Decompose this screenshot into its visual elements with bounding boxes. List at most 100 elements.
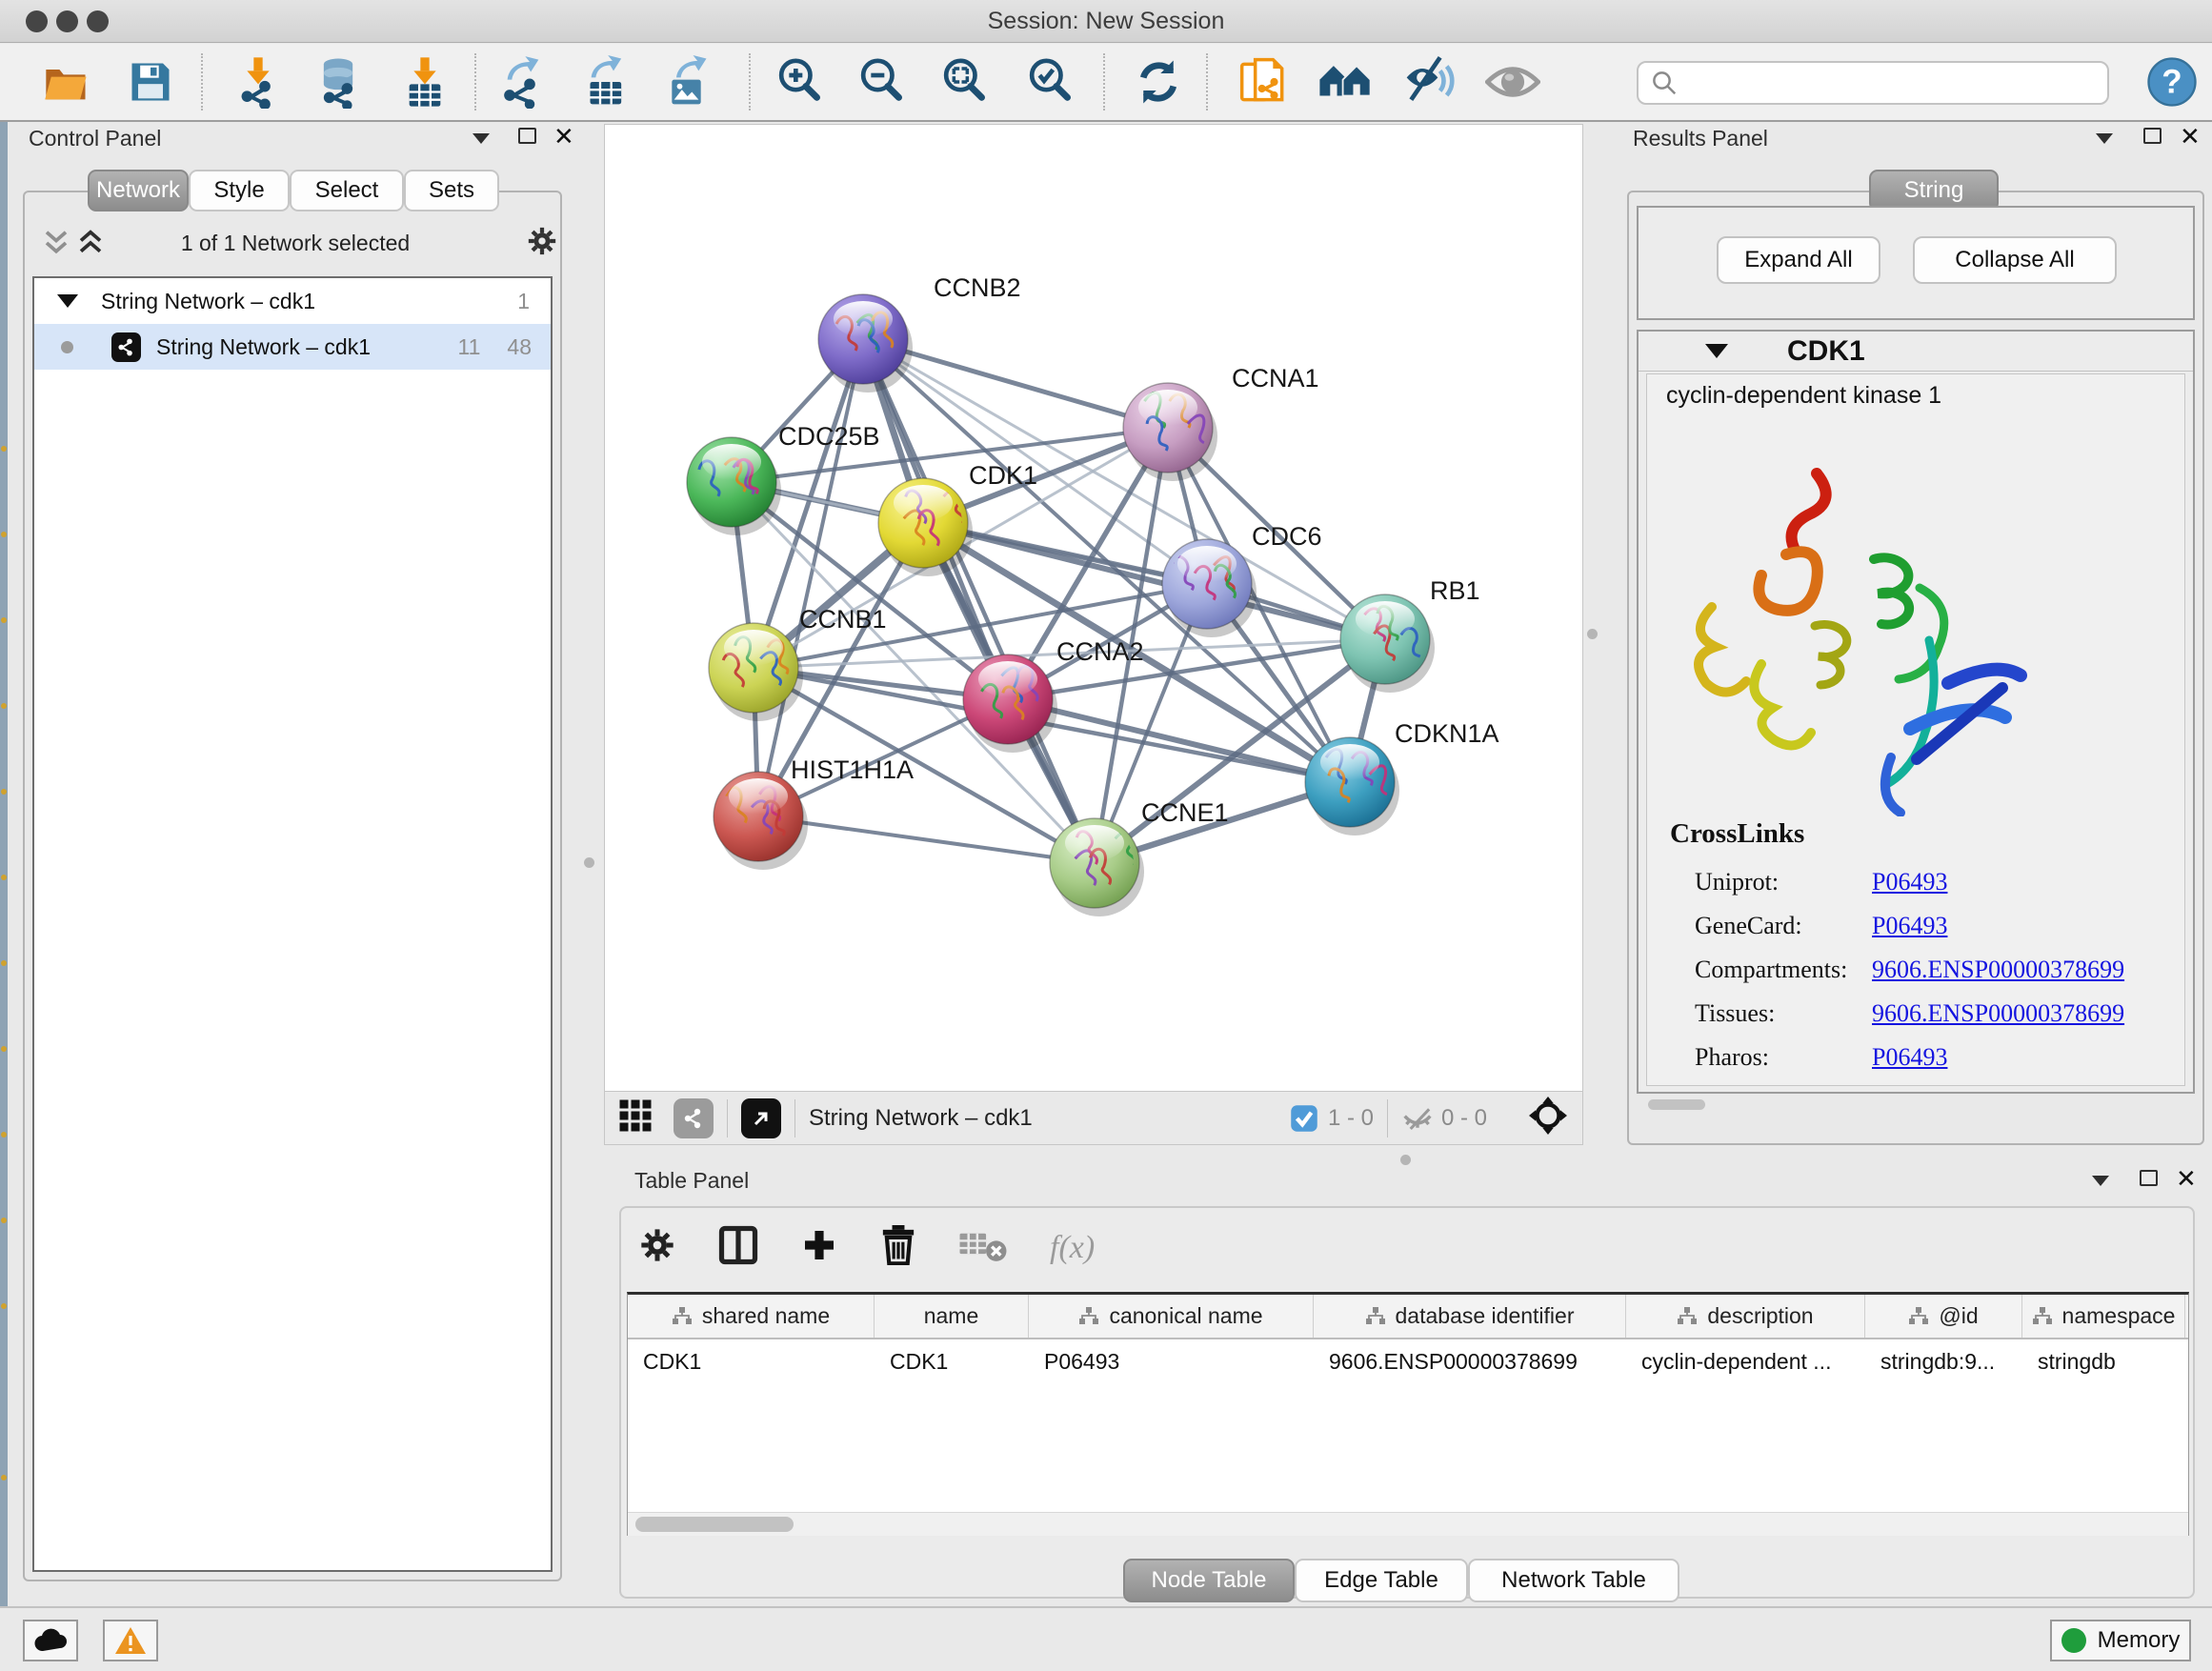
column-header-name[interactable]: name [875,1295,1029,1338]
table-cell[interactable]: CDK1 [628,1339,875,1383]
network-canvas-svg[interactable]: CCNB2CCNA1CDC25BCDK1CDC6RB1CCNB1CCNA2CDK… [605,125,1582,1091]
results-panel-close-icon[interactable]: ✕ [2180,124,2201,149]
show-all-button[interactable] [1482,51,1543,112]
network-canvas[interactable]: CCNB2CCNA1CDC25BCDK1CDC6RB1CCNB1CCNA2CDK… [604,124,1583,1092]
table-panel: Table Panel ✕ f(x) shared namenamec [604,1160,2197,1606]
string-settings-button[interactable] [674,1098,714,1138]
zoom-selected-button[interactable] [1020,51,1081,112]
tab-network[interactable]: Network [88,170,189,211]
table-cell[interactable]: cyclin-dependent ... [1626,1339,1865,1383]
import-table-file-button[interactable] [394,51,455,112]
uniprot-link[interactable]: P06493 [1872,868,1947,896]
add-column-button[interactable] [800,1226,838,1269]
network-node-cdc25b[interactable] [687,437,781,535]
network-node-ccnb2[interactable] [818,294,913,393]
column-header-namespace[interactable]: namespace [2022,1295,2185,1338]
column-header-description[interactable]: description [1626,1295,1865,1338]
hide-selected-button[interactable] [1398,51,1459,112]
table-cell[interactable]: stringdb [2022,1339,2185,1383]
table-cell[interactable]: CDK1 [875,1339,1029,1383]
protein-name: CDK1 [1787,335,1865,368]
memory-button[interactable]: Memory [2050,1620,2191,1661]
table-panel-menu-icon[interactable] [2092,1176,2109,1186]
results-panel-menu-icon[interactable] [2096,133,2113,144]
zoom-out-button[interactable] [852,51,913,112]
protein-card-header[interactable]: CDK1 [1639,332,2193,372]
network-tree-root-row[interactable]: String Network – cdk1 1 [34,278,551,324]
tab-select[interactable]: Select [290,170,404,211]
import-network-database-button[interactable] [308,51,369,112]
gear-icon [638,1226,676,1264]
function-builder-button[interactable]: f(x) [1050,1230,1095,1266]
tab-sets[interactable]: Sets [404,170,499,211]
tab-network-table[interactable]: Network Table [1468,1559,1679,1602]
tab-node-table[interactable]: Node Table [1123,1559,1295,1602]
zoom-fit-button[interactable] [935,51,995,112]
plus-icon [800,1226,838,1264]
column-header-database-identifier[interactable]: database identifier [1314,1295,1626,1338]
column-type-icon [672,1307,693,1326]
column-header-canonical-name[interactable]: canonical name [1029,1295,1314,1338]
show-columns-button[interactable] [718,1225,758,1270]
compartments-link[interactable]: 9606.ENSP00000378699 [1872,956,2124,983]
home-button[interactable] [1315,51,1376,112]
warning-status-button[interactable] [103,1620,158,1661]
open-in-new-window-button[interactable] [741,1098,781,1138]
expand-all-button[interactable]: Expand All [1717,236,1880,284]
table-hscrollbar-thumb[interactable] [635,1517,794,1532]
table-panel-close-icon[interactable]: ✕ [2176,1166,2197,1191]
export-network-button[interactable] [493,51,553,112]
help-button[interactable]: ? [2142,51,2202,112]
right-splitter-handle[interactable] [1587,629,1598,639]
save-session-button[interactable] [120,51,181,112]
open-session-button[interactable] [36,51,97,112]
clone-network-button[interactable] [1234,51,1295,112]
results-hscrollbar-thumb[interactable] [1648,1099,1705,1110]
collapse-all-button[interactable]: Collapse All [1913,236,2117,284]
titlebar: Session: New Session [0,0,2212,43]
network-options-button[interactable] [526,225,558,262]
column-header--id[interactable]: @id [1865,1295,2022,1338]
collapse-triangle-icon[interactable] [1705,344,1728,358]
control-panel-close-icon[interactable]: ✕ [553,124,574,149]
network-node-rb1[interactable] [1340,594,1435,693]
table-panel-float-icon[interactable] [2140,1170,2158,1186]
pharos-link[interactable]: P06493 [1872,1043,1947,1071]
tab-edge-table[interactable]: Edge Table [1295,1559,1468,1602]
delete-column-button[interactable] [880,1225,916,1270]
protein-description: cyclin-dependent kinase 1 [1666,382,1941,410]
table-hscrollbar[interactable] [628,1512,2188,1536]
control-panel-menu-icon[interactable] [473,133,490,144]
table-cell[interactable]: 9606.ENSP00000378699 [1314,1339,1626,1383]
table-cell[interactable]: P06493 [1029,1339,1314,1383]
genecard-link[interactable]: P06493 [1872,912,1947,939]
birdseye-view-button[interactable] [618,1098,653,1137]
results-panel-float-icon[interactable] [2143,128,2162,144]
tab-style[interactable]: Style [189,170,290,211]
column-header-shared-name[interactable]: shared name [628,1295,875,1338]
tissues-link[interactable]: 9606.ENSP00000378699 [1872,999,2124,1027]
import-network-file-button[interactable] [228,51,289,112]
table-settings-button[interactable] [638,1226,676,1269]
zoom-in-button[interactable] [770,51,831,112]
gear-icon [526,225,558,257]
left-splitter-handle[interactable] [584,857,594,868]
control-panel-float-icon[interactable] [518,128,536,144]
network-tree-child-row[interactable]: String Network – cdk1 11 48 [34,324,551,370]
network-node-cdkn1a[interactable] [1305,737,1399,836]
network-node-ccna1[interactable] [1123,383,1217,481]
checkbox-icon[interactable] [1290,1104,1318,1133]
tree-expand-triangle-icon[interactable] [57,294,78,308]
fit-selected-button[interactable] [1529,1097,1567,1139]
table-cell[interactable]: stringdb:9... [1865,1339,2022,1383]
cloud-status-button[interactable] [23,1620,78,1661]
search-input[interactable] [1637,61,2109,105]
export-image-button[interactable] [659,51,720,112]
apply-layout-button[interactable] [1128,51,1189,112]
refresh-icon [1133,56,1184,108]
clear-table-button[interactable] [958,1227,1008,1268]
network-node-cdk1[interactable] [878,478,973,576]
network-node-hist1h1a[interactable] [714,772,808,870]
export-table-button[interactable] [576,51,637,112]
table-row[interactable]: CDK1CDK1P064939606.ENSP00000378699cyclin… [628,1339,2188,1383]
